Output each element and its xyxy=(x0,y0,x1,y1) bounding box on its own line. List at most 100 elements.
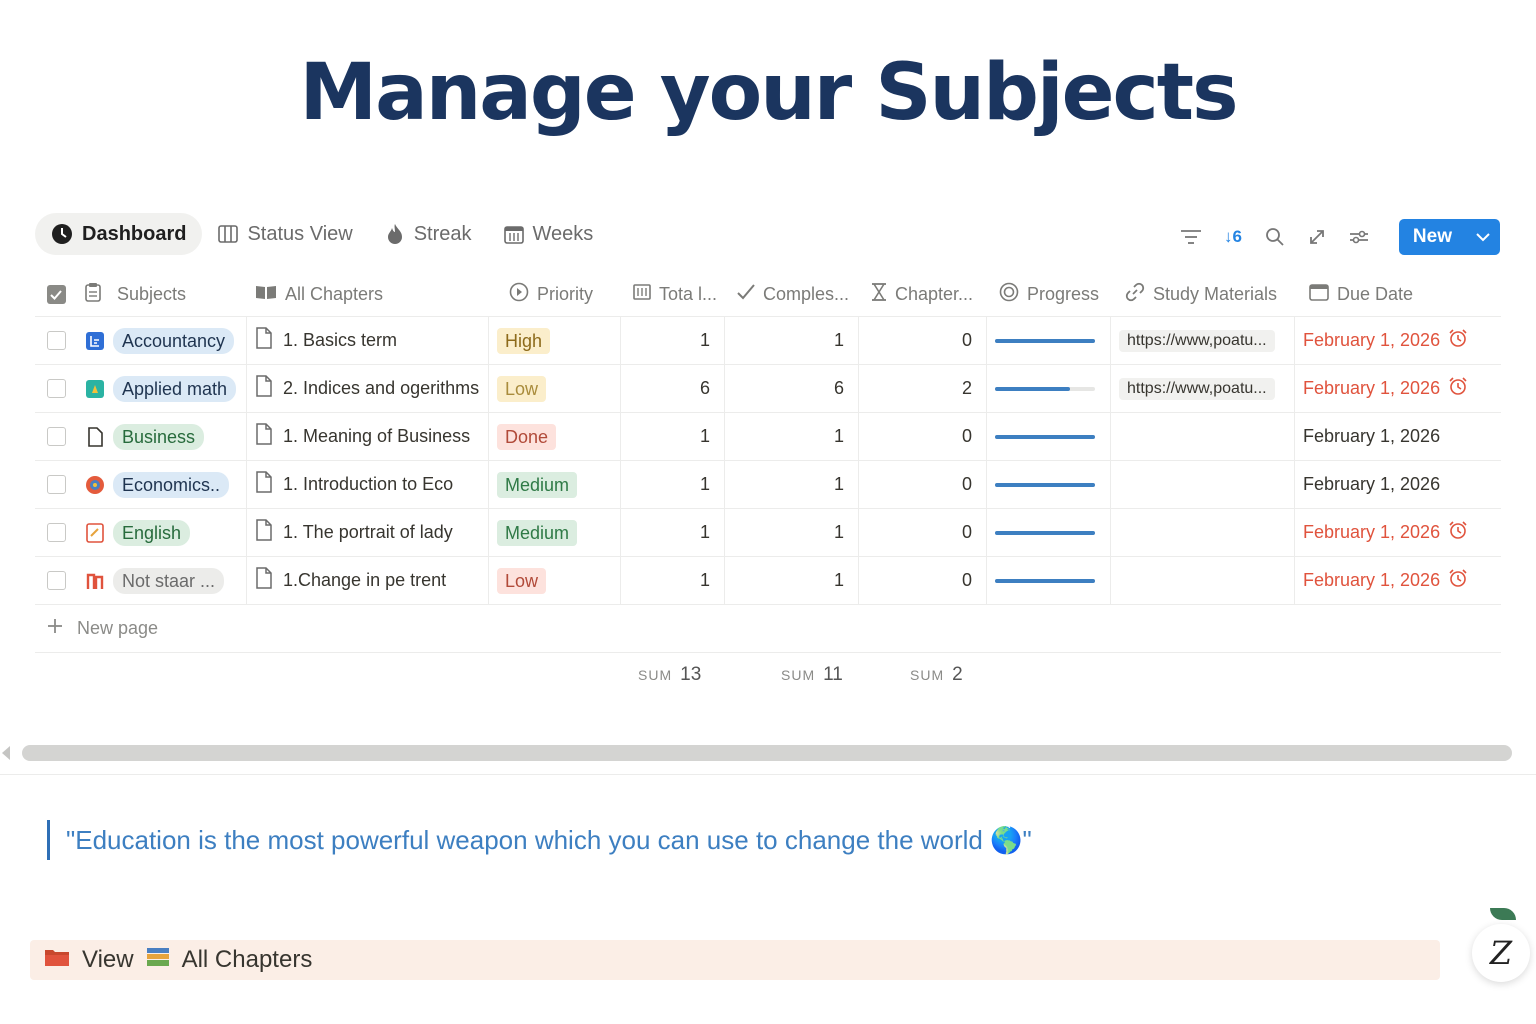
chapter-cell[interactable]: 2. Indices and ogerithms xyxy=(247,365,489,412)
subject-cell[interactable]: Economics.. xyxy=(77,461,247,508)
row-checkbox[interactable] xyxy=(35,365,77,412)
chapter-link[interactable]: 2. Indices and ogerithms xyxy=(283,378,479,399)
chapter-link[interactable]: 1. The portrait of lady xyxy=(283,522,453,543)
new-button[interactable]: New xyxy=(1398,219,1500,255)
material-link[interactable]: https://www,poatu... xyxy=(1119,377,1275,400)
assistant-fab-button[interactable]: Z xyxy=(1472,924,1530,982)
subject-tag[interactable]: Not staar ... xyxy=(113,567,225,594)
due-date-cell[interactable]: February 1, 2026 xyxy=(1295,317,1501,364)
total-cell: 1 xyxy=(621,461,725,508)
column-header-progress[interactable]: Progress xyxy=(987,273,1111,316)
materials-cell[interactable]: https://www,poatu... xyxy=(1111,317,1295,364)
due-date-cell[interactable]: February 1, 2026 xyxy=(1295,413,1501,460)
subject-cell[interactable]: English xyxy=(77,509,247,556)
due-date-cell[interactable]: February 1, 2026 xyxy=(1295,461,1501,508)
subject-cell[interactable]: Accountancy xyxy=(77,317,247,364)
materials-cell[interactable] xyxy=(1111,461,1295,508)
materials-cell[interactable] xyxy=(1111,509,1295,556)
priority-cell[interactable]: Done xyxy=(489,413,621,460)
sum-total[interactable]: SUM 13 xyxy=(638,664,701,686)
chapter-link[interactable]: 1. Introduction to Eco xyxy=(283,474,453,495)
calendar-icon xyxy=(503,224,524,244)
sum-value: 2 xyxy=(952,664,963,685)
column-header-completed[interactable]: Comples... xyxy=(725,273,859,316)
table-row[interactable]: Economics.. 1. Introduction to Eco Mediu… xyxy=(35,461,1501,509)
materials-cell[interactable]: https://www,poatu... xyxy=(1111,365,1295,412)
column-label: Progress xyxy=(1027,284,1100,304)
due-date-cell[interactable]: February 1, 2026 xyxy=(1295,365,1501,412)
tab-status-view[interactable]: Status View xyxy=(202,213,368,255)
scroll-left-arrow[interactable] xyxy=(2,746,10,760)
callout-link[interactable]: All Chapters xyxy=(182,946,313,974)
sum-completed[interactable]: SUM 11 xyxy=(781,664,843,686)
tab-streak[interactable]: Streak xyxy=(369,213,488,255)
tab-label: Dashboard xyxy=(82,222,187,245)
subject-tag[interactable]: Business xyxy=(113,423,205,450)
column-header-materials[interactable]: Study Materials xyxy=(1111,273,1295,316)
progress-bar xyxy=(995,482,1095,487)
priority-cell[interactable]: Medium xyxy=(489,461,621,508)
due-date-cell[interactable]: February 1, 2026 xyxy=(1295,509,1501,556)
table-row[interactable]: English 1. The portrait of lady Medium 1… xyxy=(35,509,1501,557)
search-icon[interactable] xyxy=(1263,225,1287,249)
chapter-cell[interactable]: 1. Meaning of Business xyxy=(247,413,489,460)
row-checkbox[interactable] xyxy=(35,317,77,364)
column-header-chapters[interactable]: All Chapters xyxy=(247,273,489,316)
material-link[interactable]: https://www,poatu... xyxy=(1119,329,1275,352)
subject-tag[interactable]: English xyxy=(113,519,191,546)
subject-cell[interactable]: Applied math xyxy=(77,365,247,412)
column-header-subjects[interactable]: Subjects xyxy=(77,273,247,316)
new-page-label: New page xyxy=(77,618,159,638)
priority-cell[interactable]: Low xyxy=(489,557,621,604)
table-row[interactable]: Not staar ... 1.Change in pe trent Low 1… xyxy=(35,557,1501,605)
subject-tag[interactable]: Applied math xyxy=(113,375,237,402)
materials-cell[interactable] xyxy=(1111,557,1295,604)
priority-cell[interactable]: High xyxy=(489,317,621,364)
row-checkbox[interactable] xyxy=(35,461,77,508)
chapter-link[interactable]: 1.Change in pe trent xyxy=(283,570,446,591)
tab-weeks[interactable]: Weeks xyxy=(488,213,610,255)
row-checkbox[interactable] xyxy=(35,557,77,604)
select-all-checkbox[interactable] xyxy=(35,273,77,316)
document-icon xyxy=(255,423,273,450)
chevron-down-icon[interactable] xyxy=(1466,219,1500,255)
horizontal-scrollbar[interactable] xyxy=(22,745,1512,761)
column-header-priority[interactable]: Priority xyxy=(489,273,621,316)
subject-cell[interactable]: Not staar ... xyxy=(77,557,247,604)
chapter-cell[interactable]: 1.Change in pe trent xyxy=(247,557,489,604)
priority-cell[interactable]: Medium xyxy=(489,509,621,556)
filter-icon[interactable] xyxy=(1179,225,1203,249)
progress-fill xyxy=(995,530,1095,535)
new-page-button[interactable]: New page xyxy=(35,605,1501,653)
column-label: Chapter... xyxy=(895,284,974,304)
view-callout[interactable]: View All Chapters xyxy=(30,940,1440,980)
column-header-due-date[interactable]: Due Date xyxy=(1295,273,1501,316)
chapter-cell[interactable]: 1. Introduction to Eco xyxy=(247,461,489,508)
chapter-link[interactable]: 1. Basics term xyxy=(283,330,397,351)
column-header-chapters-left[interactable]: Chapter... xyxy=(859,273,987,316)
materials-cell[interactable] xyxy=(1111,413,1295,460)
chapter-cell[interactable]: 1. The portrait of lady xyxy=(247,509,489,556)
row-checkbox[interactable] xyxy=(35,413,77,460)
column-header-total[interactable]: Tota l... xyxy=(621,273,725,316)
subject-tag[interactable]: Accountancy xyxy=(113,327,235,354)
tab-dashboard[interactable]: Dashboard xyxy=(35,213,203,255)
due-date-cell[interactable]: February 1, 2026 xyxy=(1295,557,1501,604)
sort-icon[interactable]: ↓6 xyxy=(1221,225,1245,249)
expand-icon[interactable] xyxy=(1305,225,1329,249)
quote-block: "Education is the most powerful weapon w… xyxy=(47,820,1032,860)
subject-tag[interactable]: Economics.. xyxy=(113,471,230,498)
chapter-cell[interactable]: 1. Basics term xyxy=(247,317,489,364)
table-row[interactable]: Applied math 2. Indices and ogerithms Lo… xyxy=(35,365,1501,413)
table-row[interactable]: Business 1. Meaning of Business Done 1 1… xyxy=(35,413,1501,461)
priority-cell[interactable]: Low xyxy=(489,365,621,412)
row-checkbox[interactable] xyxy=(35,509,77,556)
table-row[interactable]: Accountancy 1. Basics term High 1 1 0 ht… xyxy=(35,317,1501,365)
column-label: Study Materials xyxy=(1153,284,1278,304)
completed-cell: 1 xyxy=(725,413,859,460)
chapter-link[interactable]: 1. Meaning of Business xyxy=(283,426,470,447)
sum-chapters-left[interactable]: SUM 2 xyxy=(910,664,963,686)
subject-cell[interactable]: Business xyxy=(77,413,247,460)
settings-sliders-icon[interactable] xyxy=(1347,225,1371,249)
board-icon xyxy=(218,225,239,243)
